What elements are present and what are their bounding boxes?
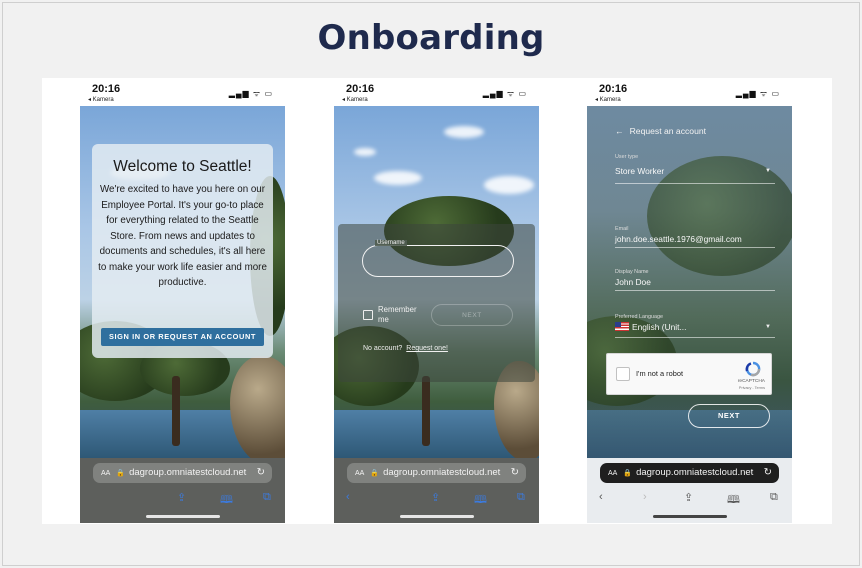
back-to-camera-link[interactable]: ◂ Kamera (88, 96, 114, 103)
phone-login-screen: 20:16 ◂ Kamera ▂▄▆ ᯤ ▭ Username Remember… (334, 80, 539, 523)
login-panel: Username Remember me NEXT No account? Re… (338, 224, 535, 382)
safari-toolbar: ⇪ 🕮 ⧉ (80, 491, 285, 507)
lock-icon: 🔒 (370, 470, 380, 477)
safari-bottom-bar: AA 🔒 dagroup.omniatestcloud.net ↻ ⇪ 🕮 ⧉ (80, 458, 285, 523)
remember-me-checkbox[interactable] (363, 310, 373, 320)
reader-aa-button[interactable]: AA (608, 470, 617, 477)
tabs-icon[interactable]: ⧉ (517, 491, 525, 504)
bookmarks-icon[interactable]: 🕮 (474, 491, 487, 510)
slide-title: Onboarding (317, 18, 545, 58)
back-arrow-icon[interactable]: ‹ (346, 491, 350, 503)
no-account-text: No account? Request one! (363, 345, 448, 352)
safari-toolbar: ‹ › ⇪ 🕮 ⧉ (587, 491, 792, 507)
welcome-card: Welcome to Seattle! We're excited to hav… (92, 144, 273, 358)
back-to-camera-link[interactable]: ◂ Kamera (595, 96, 621, 103)
status-time: 20:16 (599, 83, 628, 95)
phone-welcome-screen: 20:16 ◂ Kamera ▂▄▆ ᯤ ▭ Welcome to Seattl… (80, 80, 285, 523)
back-arrow-icon[interactable]: ← (615, 126, 624, 136)
next-button[interactable]: NEXT (688, 404, 770, 428)
email-value: john.doe.seattle.1976@gmail.com (615, 234, 742, 244)
back-arrow-icon[interactable]: ‹ (599, 491, 603, 503)
background-photo: Username Remember me NEXT No account? Re… (334, 106, 539, 458)
preferred-language-value: English (Unit... (615, 322, 686, 332)
no-account-label: No account? (363, 345, 403, 352)
username-label: Username (375, 240, 407, 246)
user-type-label: User type (615, 154, 639, 160)
status-time: 20:16 (92, 83, 121, 95)
user-type-value: Store Worker (615, 166, 665, 176)
bookmarks-icon[interactable]: 🕮 (220, 491, 233, 510)
lock-icon: 🔒 (623, 470, 633, 477)
home-indicator (653, 515, 727, 518)
welcome-text: We're excited to have you here on our Em… (98, 184, 267, 288)
tabs-icon[interactable]: ⧉ (770, 491, 778, 504)
display-name-value: John Doe (615, 277, 651, 287)
lock-icon: 🔒 (116, 470, 126, 477)
reader-aa-button[interactable]: AA (101, 470, 110, 477)
reload-icon[interactable]: ↻ (257, 463, 265, 483)
safari-bottom-bar: AA 🔒 dagroup.omniatestcloud.net ↻ ‹ › ⇪ 🕮 … (587, 458, 792, 523)
chevron-down-icon: ▼ (765, 324, 771, 330)
preferred-language-label: Preferred Language (615, 314, 663, 320)
username-input[interactable]: Username (362, 240, 514, 277)
address-bar[interactable]: AA 🔒 dagroup.omniatestcloud.net ↻ (93, 463, 272, 483)
phone-request-account-screen: 20:16 ◂ Kamera ▂▄▆ ᯤ ▭ ← Request an accou… (587, 80, 792, 523)
tabs-icon[interactable]: ⧉ (263, 491, 271, 504)
request-account-form: ← Request an account User type Store Work… (587, 106, 792, 458)
share-icon[interactable]: ⇪ (177, 491, 186, 504)
recaptcha-brand: reCAPTCHA (737, 379, 765, 384)
status-bar: 20:16 ◂ Kamera ▂▄▆ ᯤ ▭ (80, 80, 285, 106)
language-text: English (Unit... (632, 322, 687, 332)
home-indicator (146, 515, 220, 518)
status-time: 20:16 (346, 83, 375, 95)
sign-in-or-request-button[interactable]: SIGN IN OR REQUEST AN ACCOUNT (101, 328, 264, 346)
user-type-select[interactable]: User type Store Worker ▼ (615, 154, 775, 184)
us-flag-icon (615, 322, 629, 331)
welcome-title: Welcome to Seattle! (113, 158, 252, 175)
not-a-robot-checkbox[interactable] (616, 367, 630, 381)
reload-icon[interactable]: ↻ (764, 463, 772, 483)
display-name-label: Display Name (615, 269, 649, 275)
back-to-camera-link[interactable]: ◂ Kamera (342, 96, 368, 103)
safari-toolbar: ‹ ⇪ 🕮 ⧉ (334, 491, 539, 507)
address-bar[interactable]: AA 🔒 dagroup.omniatestcloud.net ↻ (347, 463, 526, 483)
address-bar[interactable]: AA 🔒 dagroup.omniatestcloud.net ↻ (600, 463, 779, 483)
reader-aa-button[interactable]: AA (355, 470, 364, 477)
recaptcha-widget: I'm not a robot reCAPTCHA Privacy - Term… (606, 353, 772, 395)
not-a-robot-label: I'm not a robot (636, 369, 684, 378)
display-name-field[interactable]: Display Name John Doe (615, 269, 775, 291)
request-account-header: ← Request an account (615, 126, 706, 136)
preferred-language-select[interactable]: Preferred Language English (Unit... ▼ (615, 314, 775, 338)
background-photo: ← Request an account User type Store Work… (587, 106, 792, 458)
home-indicator (400, 515, 474, 518)
recaptcha-logo-icon (745, 361, 761, 377)
status-icons: ▂▄▆ ᯤ ▭ (482, 89, 527, 98)
recaptcha-terms[interactable]: Privacy - Terms (739, 386, 765, 390)
status-icons: ▂▄▆ ᯤ ▭ (735, 89, 780, 98)
reload-icon[interactable]: ↻ (511, 463, 519, 483)
status-icons: ▂▄▆ ᯤ ▭ (228, 89, 273, 98)
email-label: Email (615, 226, 629, 232)
next-button[interactable]: NEXT (431, 304, 513, 326)
safari-bottom-bar: AA 🔒 dagroup.omniatestcloud.net ↻ ‹ ⇪ 🕮 ⧉ (334, 458, 539, 523)
request-account-link[interactable]: Request one! (406, 345, 448, 352)
request-account-title: Request an account (629, 126, 707, 136)
remember-me-label: Remember me (378, 305, 417, 324)
url-text: dagroup.omniatestcloud.net (129, 467, 247, 478)
email-field[interactable]: Email john.doe.seattle.1976@gmail.com (615, 226, 775, 248)
chevron-down-icon: ▼ (765, 168, 771, 174)
share-icon[interactable]: ⇪ (684, 491, 693, 504)
share-icon[interactable]: ⇪ (431, 491, 440, 504)
url-text: dagroup.omniatestcloud.net (636, 467, 754, 478)
url-text: dagroup.omniatestcloud.net (383, 467, 501, 478)
background-photo: Welcome to Seattle! We're excited to hav… (80, 106, 285, 458)
status-bar: 20:16 ◂ Kamera ▂▄▆ ᯤ ▭ (334, 80, 539, 106)
bookmarks-icon[interactable]: 🕮 (727, 491, 740, 510)
status-bar: 20:16 ◂ Kamera ▂▄▆ ᯤ ▭ (587, 80, 792, 106)
forward-arrow-icon[interactable]: › (643, 491, 647, 503)
